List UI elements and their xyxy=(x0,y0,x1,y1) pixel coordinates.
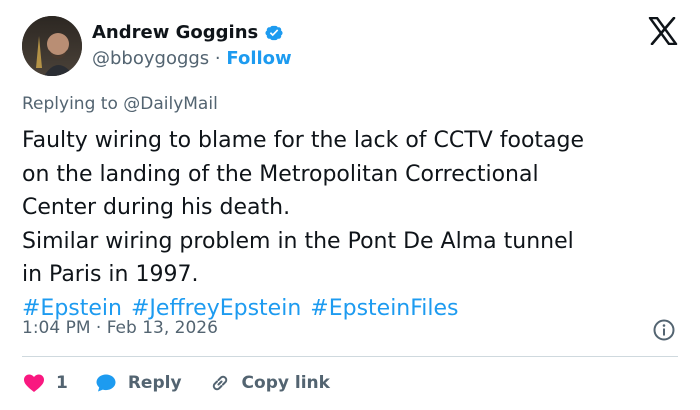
replying-to-label[interactable]: Replying to @DailyMail xyxy=(22,94,218,114)
reply-bubble-icon xyxy=(96,374,116,392)
like-count: 1 xyxy=(56,373,68,393)
copy-link-button[interactable]: Copy link xyxy=(208,371,330,395)
tweet-line: Center during his death. xyxy=(22,195,291,220)
handle-row: @bboygoggs · Follow xyxy=(92,48,292,69)
tweet-line: on the landing of the Metropolitan Corre… xyxy=(22,161,539,187)
divider xyxy=(22,356,678,357)
tweet-line: Similar wiring problem in the Pont De Al… xyxy=(22,228,574,254)
reply-button[interactable]: Reply xyxy=(94,371,182,395)
tweet-timestamp[interactable]: 1:04 PM · Feb 13, 2026 xyxy=(22,318,218,338)
x-logo-icon[interactable] xyxy=(648,17,678,45)
hashtag-link[interactable]: #EpsteinFiles xyxy=(310,296,458,321)
separator-dot: · xyxy=(214,48,221,69)
info-icon[interactable] xyxy=(652,318,676,342)
tweet-embed-card: Andrew Goggins @bboygoggs · Follow Reply… xyxy=(0,0,700,410)
heart-icon xyxy=(24,374,44,392)
follow-button[interactable]: Follow xyxy=(226,48,291,69)
tweet-line: Faulty wiring to blame for the lack of C… xyxy=(22,128,585,153)
author-handle[interactable]: @bboygoggs xyxy=(92,48,209,69)
author-name-row[interactable]: Andrew Goggins xyxy=(92,22,284,43)
author-name[interactable]: Andrew Goggins xyxy=(92,22,258,43)
reply-label: Reply xyxy=(127,373,182,393)
hashtag-link[interactable]: #Epstein xyxy=(22,296,122,321)
like-button[interactable]: 1 xyxy=(22,371,68,395)
link-icon xyxy=(212,375,227,391)
hashtag-link[interactable]: #JeffreyEpstein xyxy=(131,296,301,321)
action-bar: 1 Reply Copy link xyxy=(22,369,356,397)
tweet-line: in Paris in 1997. xyxy=(22,262,199,287)
verified-badge-icon xyxy=(265,25,283,40)
copy-link-label: Copy link xyxy=(241,373,330,393)
avatar[interactable] xyxy=(22,16,82,76)
tweet-text: Faulty wiring to blame for the lack of C… xyxy=(22,124,682,325)
